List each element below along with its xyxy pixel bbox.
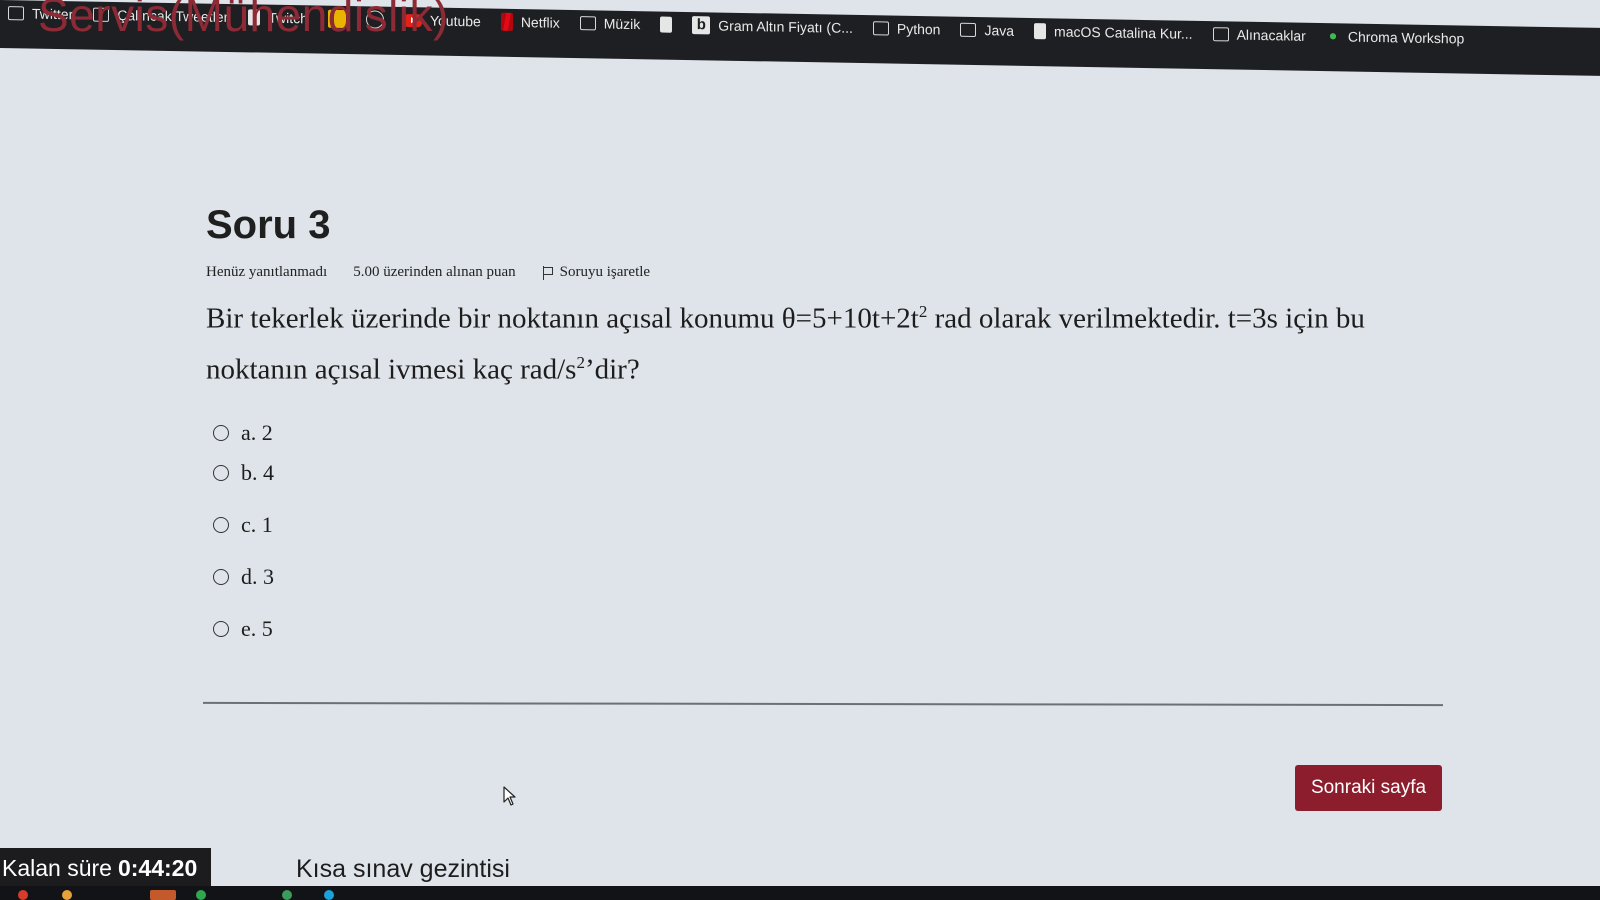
question-title: Soru 3 (206, 203, 331, 247)
time-remaining-value: 0:44:20 (117, 854, 198, 881)
bookmark-macos-catalina[interactable]: macOS Catalina Kur... (1034, 23, 1193, 42)
answer-option-b[interactable]: b. 4 (213, 460, 274, 486)
time-remaining: Kalan süre 0:44:20 (0, 848, 211, 888)
document-icon (660, 16, 673, 33)
radio-button[interactable] (213, 425, 229, 441)
taskbar-app-icon[interactable] (62, 890, 72, 900)
radio-button[interactable] (213, 465, 229, 481)
bookmark-netflix[interactable]: Netflix (500, 12, 560, 32)
bloomberg-icon: b (692, 16, 711, 35)
bookmark-java[interactable]: Java (960, 22, 1014, 39)
taskbar-app-icon[interactable] (282, 890, 292, 900)
answer-label: b. 4 (241, 460, 274, 485)
answer-option-e[interactable]: e. 5 (213, 616, 273, 642)
taskbar-app-icon[interactable] (18, 890, 28, 900)
question-points: 5.00 üzerinden alınan puan (353, 264, 516, 280)
radio-button[interactable] (213, 569, 229, 585)
flag-icon (542, 265, 554, 280)
quiz-navigation-link[interactable]: Kısa sınav gezintisi (296, 855, 510, 884)
folder-icon (872, 21, 889, 36)
taskbar-app-icon[interactable] (150, 890, 176, 900)
bookmark-alinacaklar[interactable]: Alınacaklar (1212, 26, 1306, 44)
document-icon (1034, 23, 1047, 40)
folder-icon (8, 6, 24, 21)
bookmark-document[interactable] (660, 16, 673, 33)
answer-option-a[interactable]: a. 2 (213, 420, 273, 446)
answer-label: a. 2 (241, 420, 273, 445)
folder-icon (579, 16, 596, 31)
folder-icon (960, 22, 977, 38)
course-heading: Servis(Mühendislik) (38, 0, 449, 41)
bookmark-python[interactable]: Python (872, 20, 940, 37)
answer-option-c[interactable]: c. 1 (213, 512, 273, 538)
answer-option-d[interactable]: d. 3 (213, 564, 274, 590)
taskbar-app-icon[interactable] (324, 890, 334, 900)
taskbar (0, 886, 1600, 900)
chroma-icon (1325, 29, 1340, 44)
netflix-icon (500, 12, 513, 31)
radio-button[interactable] (213, 517, 229, 533)
folder-icon (1212, 27, 1229, 42)
question-status: Henüz yanıtlanmadı (206, 264, 328, 280)
answer-label: c. 1 (241, 512, 273, 537)
taskbar-app-icon[interactable] (196, 890, 206, 900)
bookmark-chroma-workshop[interactable]: Chroma Workshop (1325, 28, 1464, 47)
question-info: Henüz yanıtlanmadı 5.00 üzerinden alınan… (206, 264, 650, 281)
next-page-button[interactable]: Sonraki sayfa (1295, 765, 1442, 811)
radio-button[interactable] (213, 621, 229, 637)
answer-label: d. 3 (241, 564, 274, 589)
answer-label: e. 5 (241, 616, 273, 641)
bookmark-muzik[interactable]: Müzik (579, 15, 640, 32)
divider (202, 701, 1444, 706)
mouse-cursor-icon (503, 786, 516, 806)
question-text: Bir tekerlek üzerinde bir noktanın açısa… (206, 302, 1365, 386)
flag-question-label: Soruyu işaretle (559, 264, 651, 280)
bookmark-gram-altin[interactable]: b Gram Altın Fiyatı (C... (692, 16, 853, 37)
time-remaining-label: Kalan süre (2, 854, 112, 881)
flag-question-link[interactable]: Soruyu işaretle (542, 264, 650, 281)
